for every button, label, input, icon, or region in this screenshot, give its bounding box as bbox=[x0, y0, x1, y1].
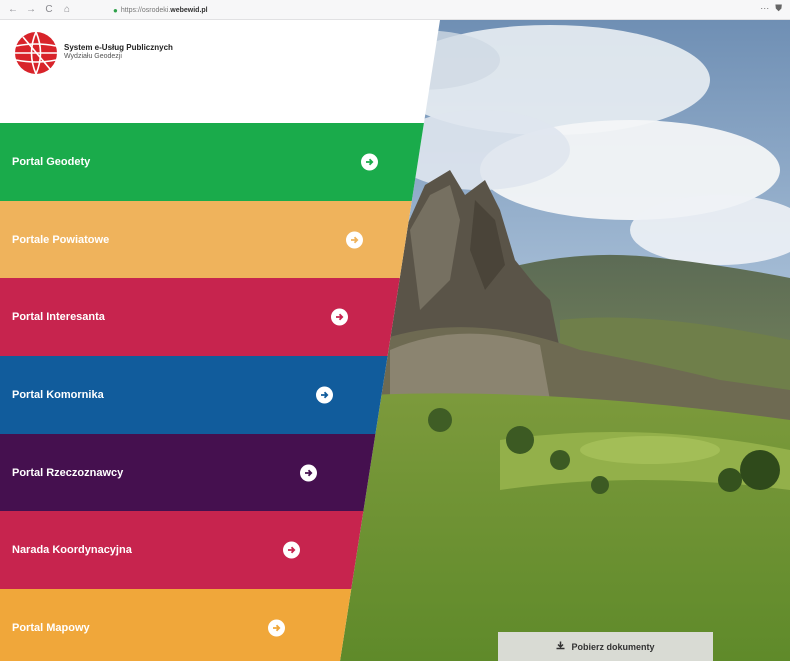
arrow-right-icon[interactable] bbox=[268, 619, 285, 637]
download-documents-button[interactable]: Pobierz dokumenty bbox=[498, 632, 713, 661]
arrow-right-icon[interactable] bbox=[300, 464, 317, 482]
browser-nav: ← → C ⌂ bbox=[6, 4, 74, 15]
url-text: https://osrodeki.webewid.pl bbox=[120, 6, 208, 14]
download-label: Pobierz dokumenty bbox=[571, 641, 655, 652]
portal-interesanta[interactable]: Portal Interesanta bbox=[0, 278, 440, 356]
lock-icon: ● bbox=[113, 5, 118, 15]
portale-powiatowe[interactable]: Portale Powiatowe bbox=[0, 201, 440, 279]
arrow-right-icon[interactable] bbox=[316, 386, 333, 404]
portal-label: Portal Rzeczoznawcy bbox=[12, 467, 124, 479]
arrow-right-icon[interactable] bbox=[346, 231, 363, 249]
portal-label: Portal Mapowy bbox=[12, 622, 90, 634]
portal-geodety[interactable]: Portal Geodety bbox=[0, 123, 440, 201]
download-icon bbox=[556, 641, 565, 652]
reload-icon[interactable]: C bbox=[42, 4, 56, 15]
arrow-right-icon[interactable] bbox=[361, 153, 378, 171]
menu-icon[interactable]: ··· bbox=[760, 3, 769, 14]
arrow-right-icon[interactable] bbox=[331, 308, 348, 326]
arrow-right-icon[interactable] bbox=[283, 541, 300, 559]
portal-komornika[interactable]: Portal Komornika bbox=[0, 356, 440, 434]
shield-icon[interactable]: ⛊ bbox=[775, 3, 782, 14]
browser-tools: ··· ⛊ bbox=[760, 3, 782, 14]
portal-label: Portal Komornika bbox=[12, 389, 104, 401]
address-bar[interactable]: ● https://osrodeki.webewid.pl bbox=[113, 3, 208, 17]
portal-label: Narada Koordynacyjna bbox=[12, 544, 132, 556]
forward-icon[interactable]: → bbox=[24, 4, 38, 15]
portal-label: Portal Interesanta bbox=[12, 311, 105, 323]
portal-label: Portale Powiatowe bbox=[12, 234, 110, 246]
back-icon[interactable]: ← bbox=[6, 4, 20, 15]
portal-label: Portal Geodety bbox=[12, 156, 91, 168]
browser-toolbar: ← → C ⌂ ● https://osrodeki.webewid.pl ··… bbox=[0, 0, 790, 20]
home-icon[interactable]: ⌂ bbox=[60, 4, 74, 15]
